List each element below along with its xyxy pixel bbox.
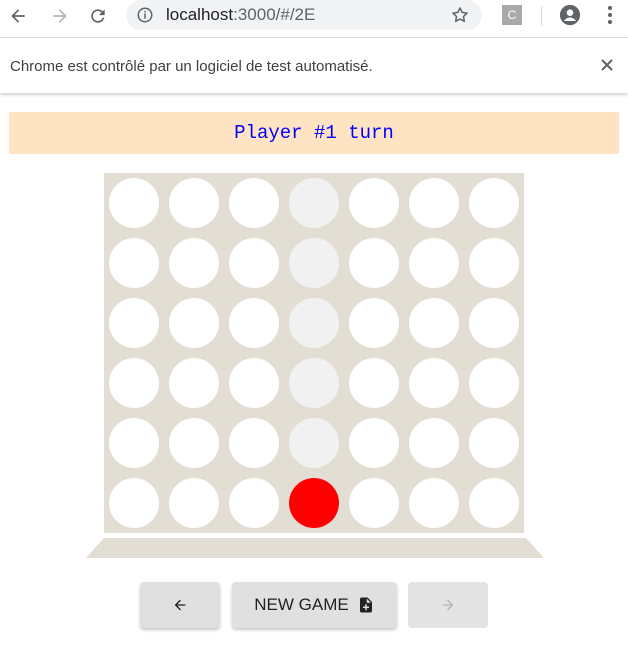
board-cell-r6-c5[interactable] bbox=[349, 478, 399, 528]
address-bar[interactable]: localhost:3000/#/2E bbox=[126, 0, 482, 30]
account-icon[interactable] bbox=[559, 4, 581, 26]
new-game-label: NEW GAME bbox=[254, 595, 349, 614]
forward-button[interactable] bbox=[46, 2, 74, 30]
board-cell-r1-c2[interactable] bbox=[169, 178, 219, 228]
previous-move-button[interactable] bbox=[140, 582, 220, 628]
url-text: localhost:3000/#/2E bbox=[166, 5, 315, 25]
board-cell-r3-c5[interactable] bbox=[349, 298, 399, 348]
board-cell-r6-c3[interactable] bbox=[229, 478, 279, 528]
board-cell-r3-c6[interactable] bbox=[409, 298, 459, 348]
board-cell-r2-c3[interactable] bbox=[229, 238, 279, 288]
board-cell-r1-c4[interactable] bbox=[289, 178, 339, 228]
board-cell-r5-c5[interactable] bbox=[349, 418, 399, 468]
board-cell-r6-c1[interactable] bbox=[109, 478, 159, 528]
board-cell-r2-c2[interactable] bbox=[169, 238, 219, 288]
board-cell-r6-c6[interactable] bbox=[409, 478, 459, 528]
board-cell-r2-c7[interactable] bbox=[469, 238, 519, 288]
board-cell-r4-c4[interactable] bbox=[289, 358, 339, 408]
board-cell-r4-c1[interactable] bbox=[109, 358, 159, 408]
browser-toolbar: localhost:3000/#/2E C bbox=[0, 0, 628, 32]
board-cell-r1-c3[interactable] bbox=[229, 178, 279, 228]
automation-infobar: Chrome est contrôlé par un logiciel de t… bbox=[0, 37, 628, 93]
board-cell-r4-c6[interactable] bbox=[409, 358, 459, 408]
board-cell-r5-c6[interactable] bbox=[409, 418, 459, 468]
note-add-icon bbox=[359, 597, 372, 613]
board-cell-r5-c7[interactable] bbox=[469, 418, 519, 468]
toolbar-divider bbox=[541, 6, 542, 26]
board-cell-r5-c3[interactable] bbox=[229, 418, 279, 468]
board-cell-r2-c1[interactable] bbox=[109, 238, 159, 288]
next-move-button[interactable] bbox=[408, 582, 488, 628]
menu-icon[interactable] bbox=[600, 4, 620, 26]
url-path: :3000/#/2E bbox=[233, 5, 316, 24]
board-cell-r4-c3[interactable] bbox=[229, 358, 279, 408]
infobar-message: Chrome est contrôlé par un logiciel de t… bbox=[10, 58, 373, 75]
turn-text: Player #1 turn bbox=[234, 122, 394, 144]
arrow-right-icon bbox=[53, 9, 67, 23]
board-cell-r4-c5[interactable] bbox=[349, 358, 399, 408]
star-icon[interactable] bbox=[450, 5, 470, 25]
extension-icon[interactable]: C bbox=[502, 5, 522, 25]
board-cell-r6-c2[interactable] bbox=[169, 478, 219, 528]
board-cell-r2-c4[interactable] bbox=[289, 238, 339, 288]
board-cell-r3-c3[interactable] bbox=[229, 298, 279, 348]
back-button[interactable] bbox=[4, 2, 32, 30]
board-stand bbox=[86, 538, 544, 558]
arrow-left-icon bbox=[174, 599, 186, 611]
board-cell-r3-c1[interactable] bbox=[109, 298, 159, 348]
arrow-left-icon bbox=[11, 9, 25, 23]
board-cell-r5-c4[interactable] bbox=[289, 418, 339, 468]
url-host: localhost bbox=[166, 5, 234, 24]
new-game-button[interactable]: NEW GAME bbox=[232, 582, 397, 628]
board-cell-r1-c6[interactable] bbox=[409, 178, 459, 228]
board-cell-r1-c1[interactable] bbox=[109, 178, 159, 228]
board-cell-r3-c4[interactable] bbox=[289, 298, 339, 348]
turn-indicator: Player #1 turn bbox=[9, 112, 619, 154]
arrow-right-icon bbox=[442, 599, 454, 611]
board-cell-r6-c7[interactable] bbox=[469, 478, 519, 528]
board-cell-r2-c5[interactable] bbox=[349, 238, 399, 288]
board-cell-r5-c2[interactable] bbox=[169, 418, 219, 468]
reload-button[interactable] bbox=[84, 2, 112, 30]
board-cell-r1-c7[interactable] bbox=[469, 178, 519, 228]
board-cell-r3-c2[interactable] bbox=[169, 298, 219, 348]
close-icon[interactable] bbox=[597, 55, 617, 75]
board-cell-r5-c1[interactable] bbox=[109, 418, 159, 468]
board-cell-r3-c7[interactable] bbox=[469, 298, 519, 348]
reload-icon bbox=[91, 9, 105, 23]
board-cell-r4-c7[interactable] bbox=[469, 358, 519, 408]
board-cell-r6-c4[interactable] bbox=[289, 478, 339, 528]
board-cell-r2-c6[interactable] bbox=[409, 238, 459, 288]
info-icon[interactable] bbox=[136, 6, 154, 24]
game-board bbox=[104, 173, 524, 533]
board-cell-r4-c2[interactable] bbox=[169, 358, 219, 408]
board-cell-r1-c5[interactable] bbox=[349, 178, 399, 228]
